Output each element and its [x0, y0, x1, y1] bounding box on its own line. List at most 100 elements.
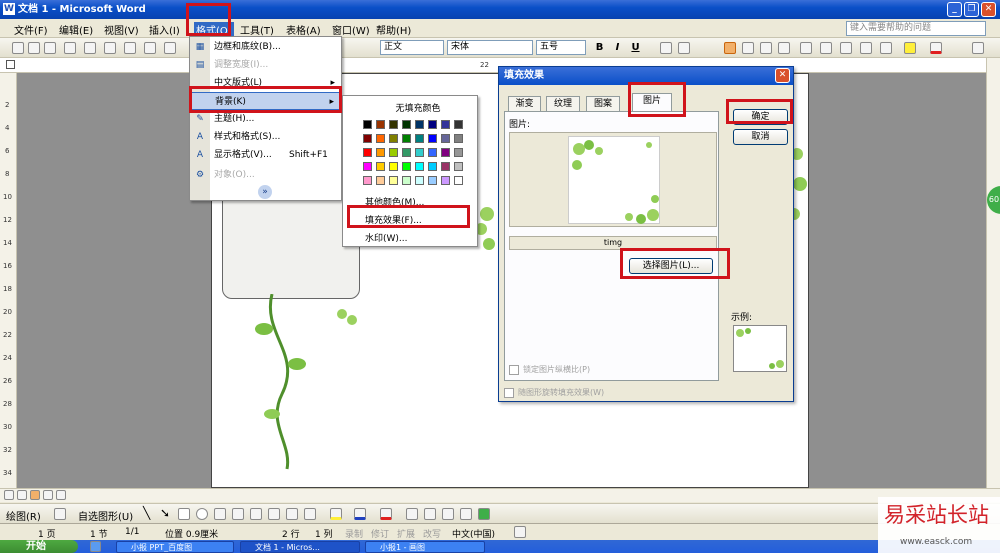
color-swatch[interactable] — [454, 120, 463, 129]
toolbar-options-icon[interactable] — [972, 42, 984, 54]
diagram-icon[interactable] — [268, 508, 280, 520]
dash-style-icon[interactable] — [424, 508, 436, 520]
color-swatch[interactable] — [415, 162, 424, 171]
cancel-button[interactable]: 取消 — [733, 129, 788, 145]
reading-view-icon[interactable] — [56, 490, 66, 500]
color-swatch[interactable] — [376, 120, 385, 129]
color-swatch[interactable] — [389, 176, 398, 185]
color-swatch[interactable] — [402, 162, 411, 171]
no-fill-color-button[interactable]: 无填充颜色 — [351, 101, 485, 114]
arrow-style-icon[interactable] — [442, 508, 454, 520]
task-word[interactable]: 文档 1 - Micros... — [240, 541, 360, 553]
color-swatch[interactable] — [441, 176, 450, 185]
color-swatch[interactable] — [428, 162, 437, 171]
status-record[interactable]: 录制 — [345, 527, 363, 540]
font-color-icon[interactable] — [930, 42, 942, 54]
menu-insert[interactable]: 插入(I) — [149, 22, 180, 37]
tab-selector-icon[interactable] — [6, 60, 15, 69]
color-swatch[interactable] — [389, 148, 398, 157]
tab-gradient[interactable]: 渐变 — [508, 96, 541, 111]
copy-icon[interactable] — [164, 42, 176, 54]
insert-picture-icon[interactable] — [304, 508, 316, 520]
char-border-icon[interactable] — [660, 42, 672, 54]
color-swatch[interactable] — [415, 176, 424, 185]
color-swatch[interactable] — [389, 134, 398, 143]
tab-texture[interactable]: 纹理 — [546, 96, 580, 111]
status-track[interactable]: 修订 — [371, 527, 389, 540]
color-swatch[interactable] — [415, 120, 424, 129]
tab-pattern[interactable]: 图案 — [586, 96, 620, 111]
color-swatch[interactable] — [454, 134, 463, 143]
preview-icon[interactable] — [104, 42, 116, 54]
vertical-scrollbar[interactable]: 60 — [986, 58, 1000, 493]
spelling-status-icon[interactable] — [514, 526, 526, 538]
italic-button[interactable]: I — [610, 40, 625, 55]
textbox-icon[interactable] — [214, 508, 226, 520]
print-view-icon[interactable] — [30, 490, 40, 500]
oval-icon[interactable] — [196, 508, 208, 520]
color-swatch[interactable] — [454, 148, 463, 157]
color-swatch[interactable] — [376, 176, 385, 185]
arrow-icon[interactable]: ➘ — [160, 506, 170, 520]
show-desktop-icon[interactable] — [90, 541, 101, 552]
line-icon[interactable]: ╲ — [143, 506, 150, 520]
fill-color-icon[interactable] — [330, 508, 342, 520]
rotate-with-shape-checkbox[interactable] — [504, 388, 514, 398]
color-swatch[interactable] — [363, 176, 372, 185]
color-swatch[interactable] — [363, 120, 372, 129]
bullets-icon[interactable] — [840, 42, 852, 54]
status-extend[interactable]: 扩展 — [397, 527, 415, 540]
permission-icon[interactable] — [64, 42, 76, 54]
decrease-indent-icon[interactable] — [860, 42, 872, 54]
menu-view[interactable]: 视图(V) — [104, 22, 139, 37]
3d-icon[interactable] — [478, 508, 490, 520]
style-select[interactable]: 正文 — [380, 40, 444, 55]
wordart-icon[interactable] — [250, 508, 262, 520]
close-window-button[interactable]: ✕ — [981, 2, 996, 17]
color-swatch[interactable] — [363, 162, 372, 171]
normal-view-icon[interactable] — [4, 490, 14, 500]
rectangle-icon[interactable] — [178, 508, 190, 520]
help-search-input[interactable]: 键入需要帮助的问题 — [846, 21, 986, 36]
dialog-close-button[interactable]: ✕ — [775, 68, 790, 83]
watermark-item[interactable]: 水印(W)... — [365, 231, 499, 244]
color-swatch[interactable] — [415, 134, 424, 143]
draw-menu-button[interactable]: 绘图(R) — [6, 508, 41, 523]
color-swatch[interactable] — [402, 176, 411, 185]
new-icon[interactable] — [12, 42, 24, 54]
autoshapes-button[interactable]: 自选图形(U) — [78, 508, 133, 523]
bold-button[interactable]: B — [592, 40, 607, 55]
color-swatch[interactable] — [441, 162, 450, 171]
cut-icon[interactable] — [144, 42, 156, 54]
menu-tools[interactable]: 工具(T) — [240, 22, 274, 37]
underline-button[interactable]: U — [628, 40, 643, 55]
draw-font-color-icon[interactable] — [380, 508, 392, 520]
outline-view-icon[interactable] — [43, 490, 53, 500]
status-overtype[interactable]: 改写 — [423, 527, 441, 540]
color-swatch[interactable] — [415, 148, 424, 157]
line-style-icon[interactable] — [406, 508, 418, 520]
menu-item-borders[interactable]: ▦ 边框和底纹(B)... — [190, 38, 341, 56]
menu-table[interactable]: 表格(A) — [286, 22, 321, 37]
color-swatch[interactable] — [454, 176, 463, 185]
minimize-button[interactable]: _ — [947, 2, 962, 17]
line-color-icon[interactable] — [354, 508, 366, 520]
menu-file[interactable]: 文件(F) — [14, 22, 48, 37]
shadow-icon[interactable] — [460, 508, 472, 520]
color-swatch[interactable] — [376, 148, 385, 157]
color-swatch[interactable] — [402, 134, 411, 143]
menu-item-styles[interactable]: A 样式和格式(S)... — [190, 128, 341, 146]
menu-edit[interactable]: 编辑(E) — [59, 22, 93, 37]
align-justify-icon[interactable] — [724, 42, 736, 54]
color-swatch[interactable] — [363, 134, 372, 143]
align-right-icon[interactable] — [760, 42, 772, 54]
expand-menu-icon[interactable]: » — [258, 185, 272, 199]
start-button[interactable]: 开始 — [0, 540, 78, 553]
line-spacing-icon[interactable] — [800, 42, 812, 54]
clipart-icon[interactable] — [286, 508, 298, 520]
char-shading-icon[interactable] — [678, 42, 690, 54]
spelling-icon[interactable] — [124, 42, 136, 54]
highlight-icon[interactable] — [904, 42, 916, 54]
increase-indent-icon[interactable] — [880, 42, 892, 54]
color-swatch[interactable] — [376, 162, 385, 171]
